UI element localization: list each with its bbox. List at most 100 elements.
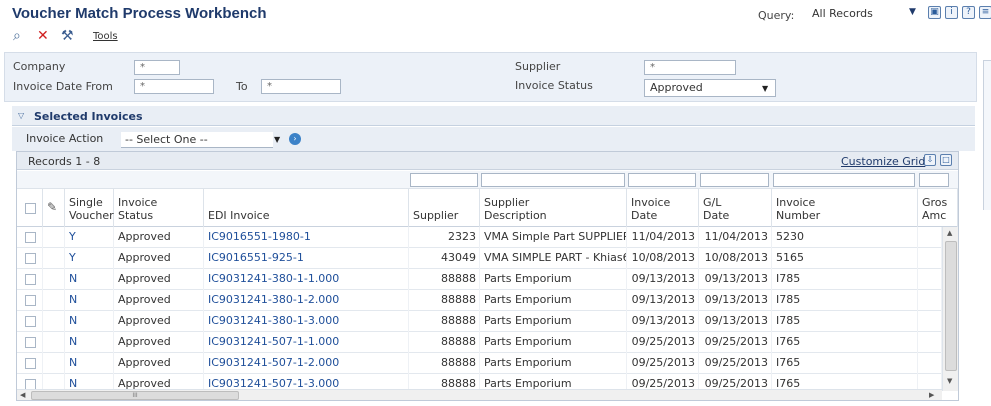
invoice-date-cell-wrap: 10/08/2013 — [627, 248, 699, 269]
col-edi-invoice[interactable]: EDI Invoice — [204, 189, 409, 227]
row-select-cell — [17, 269, 43, 290]
chevron-down-icon[interactable]: ▼ — [762, 84, 768, 93]
horizontal-scrollbar[interactable]: ◀ III ▶ — [17, 389, 942, 400]
collapse-triangle-icon[interactable]: ▽ — [18, 111, 24, 120]
find-icon[interactable]: ⌕ — [13, 28, 21, 44]
col-supplier-description[interactable]: Supplier Description — [480, 189, 627, 227]
company-field[interactable]: * — [134, 60, 180, 75]
supplier-description-cell-wrap: Parts Emporium — [480, 311, 627, 332]
single-voucher-cell: Y — [69, 251, 76, 264]
table-row[interactable]: N Approved IC9031241-507-1-2.000 88888 Parts… — [17, 353, 942, 374]
scroll-left-icon[interactable]: ◀ — [20, 391, 25, 399]
export-icon[interactable]: ⇩ — [924, 154, 936, 166]
supplier-description-cell-wrap: Parts Emporium — [480, 332, 627, 353]
chevron-down-icon[interactable]: ▼ — [909, 7, 916, 17]
qbe-invoice-date-input[interactable] — [628, 173, 696, 187]
table-row[interactable]: N Approved IC9031241-380-1-1.000 88888 Parts… — [17, 269, 942, 290]
edi-invoice-link[interactable]: IC9031241-507-1-1.000 — [208, 335, 339, 348]
query-by-example-row — [17, 171, 958, 189]
edi-invoice-link[interactable]: IC9031241-507-1-2.000 — [208, 356, 339, 369]
supplier-description-cell: Parts Emporium — [484, 314, 572, 327]
table-row[interactable]: Y Approved IC9016551-1980-1 2323 VMA Simple … — [17, 227, 942, 248]
col-invoice-number[interactable]: Invoice Number — [772, 189, 918, 227]
maximize-grid-icon[interactable]: □ — [940, 154, 952, 166]
horizontal-scroll-thumb[interactable]: III — [31, 391, 239, 400]
selected-invoices-header[interactable]: ▽ Selected Invoices — [12, 106, 975, 126]
vertical-scrollbar[interactable]: ▲ ▼ — [942, 227, 958, 391]
invoice-number-cell: I785 — [776, 293, 801, 306]
row-checkbox[interactable] — [25, 253, 36, 264]
col-invoice-status[interactable]: Invoice Status — [114, 189, 204, 227]
supplier-description-cell-wrap: VMA SIMPLE PART - Khias6 — [480, 248, 627, 269]
col-supplier[interactable]: Supplier — [409, 189, 480, 227]
panel-edge — [983, 60, 991, 210]
invoice-status-cell: Approved — [118, 335, 171, 348]
supplier-cell-wrap: 88888 — [409, 290, 480, 311]
customize-grid-link[interactable]: Customize Grid — [841, 155, 925, 168]
qbe-supplier-input[interactable] — [410, 173, 478, 187]
row-select-cell — [17, 311, 43, 332]
table-row[interactable]: Y Approved IC9016551-925-1 43049 VMA SIMPLE … — [17, 248, 942, 269]
row-checkbox[interactable] — [25, 232, 36, 243]
invoice-status-cell-wrap: Approved — [114, 332, 204, 353]
single-voucher-cell: Y — [69, 230, 76, 243]
supplier-cell-wrap: 88888 — [409, 332, 480, 353]
scroll-up-icon[interactable]: ▲ — [947, 229, 952, 237]
invoice-action-select[interactable]: -- Select One -- — [121, 132, 273, 148]
gl-date-cell-wrap: 09/25/2013 — [699, 353, 772, 374]
personalize-icon[interactable]: ≡ — [979, 6, 991, 19]
go-icon[interactable]: › — [289, 133, 301, 145]
row-checkbox[interactable] — [25, 358, 36, 369]
gl-date-cell: 09/13/2013 — [704, 293, 768, 306]
invoice-status-cell: Approved — [118, 293, 171, 306]
table-row[interactable]: N Approved IC9031241-507-1-1.000 88888 Parts… — [17, 332, 942, 353]
row-checkbox[interactable] — [25, 274, 36, 285]
chevron-down-icon[interactable]: ▼ — [274, 135, 280, 144]
invoice-date-cell-wrap: 09/13/2013 — [627, 269, 699, 290]
col-gl-date[interactable]: G/L Date — [699, 189, 772, 227]
row-checkbox[interactable] — [25, 337, 36, 348]
row-checkbox[interactable] — [25, 316, 36, 327]
table-row[interactable]: N Approved IC9031241-380-1-2.000 88888 Parts… — [17, 290, 942, 311]
gl-date-cell-wrap: 11/04/2013 — [699, 227, 772, 248]
query-select[interactable]: All Records — [810, 6, 922, 22]
qbe-gross-amount-input[interactable] — [919, 173, 949, 187]
invoice-status-label: Invoice Status — [515, 79, 593, 92]
edi-invoice-link[interactable]: IC9031241-380-1-3.000 — [208, 314, 339, 327]
supplier-cell: 2323 — [448, 230, 476, 243]
qbe-gl-date-input[interactable] — [700, 173, 769, 187]
vertical-scroll-thumb[interactable] — [945, 241, 957, 371]
invoice-date-from-field[interactable]: * — [134, 79, 214, 94]
col-invoice-date[interactable]: Invoice Date — [627, 189, 699, 227]
select-all-checkbox[interactable] — [25, 203, 36, 214]
edi-invoice-link[interactable]: IC9016551-1980-1 — [208, 230, 311, 243]
supplier-cell-wrap: 88888 — [409, 269, 480, 290]
edi-invoice-link[interactable]: IC9016551-925-1 — [208, 251, 304, 264]
invoice-status-select[interactable]: Approved — [644, 79, 776, 97]
help-icon[interactable]: ? — [962, 6, 975, 19]
save-query-icon[interactable]: ▣ — [928, 6, 941, 19]
info-icon[interactable]: i — [945, 6, 958, 19]
table-row[interactable]: N Approved IC9031241-380-1-3.000 88888 Parts… — [17, 311, 942, 332]
invoice-status-cell-wrap: Approved — [114, 248, 204, 269]
tools-menu[interactable]: Tools — [93, 31, 118, 42]
scroll-right-icon[interactable]: ▶ — [929, 391, 934, 399]
edi-invoice-link[interactable]: IC9031241-380-1-1.000 — [208, 272, 339, 285]
paperclip-icon[interactable]: ✎ — [47, 201, 57, 214]
supplier-cell-wrap: 88888 — [409, 311, 480, 332]
invoice-status-cell: Approved — [118, 272, 171, 285]
row-checkbox[interactable] — [25, 295, 36, 306]
close-icon[interactable]: ✕ — [37, 28, 49, 44]
invoice-status-cell-wrap: Approved — [114, 290, 204, 311]
col-gross-amount[interactable]: Gros Amc — [918, 189, 958, 227]
scroll-down-icon[interactable]: ▼ — [947, 377, 952, 385]
col-single-voucher[interactable]: Single Voucher — [65, 189, 114, 227]
supplier-field[interactable]: * — [644, 60, 736, 75]
qbe-invoice-number-input[interactable] — [773, 173, 915, 187]
to-label: To — [236, 80, 248, 93]
invoice-date-to-field[interactable]: * — [261, 79, 341, 94]
qbe-description-input[interactable] — [481, 173, 625, 187]
invoice-date-from-label: Invoice Date From — [13, 80, 113, 93]
edi-invoice-link[interactable]: IC9031241-380-1-2.000 — [208, 293, 339, 306]
tools-icon[interactable]: ⚒ — [61, 28, 74, 44]
